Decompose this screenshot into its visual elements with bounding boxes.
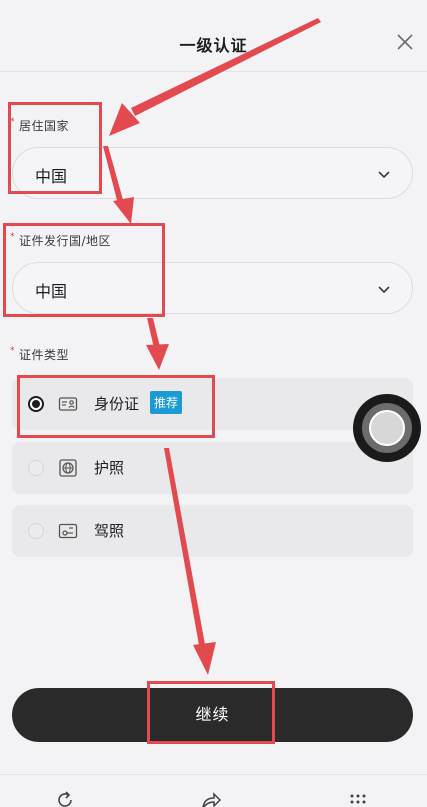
id-option-driver-license[interactable]: 驾照 [12, 505, 413, 557]
continue-button[interactable]: 继续 [12, 688, 413, 742]
share-icon[interactable] [200, 791, 222, 807]
page-title: 一级认证 [179, 36, 248, 55]
id-type-label: * 证件类型 [10, 346, 69, 363]
residence-country-select[interactable]: 中国 [12, 147, 413, 199]
driver-license-icon [58, 523, 78, 539]
more-icon[interactable] [347, 791, 369, 807]
chevron-down-icon [378, 171, 390, 179]
radio-unselected[interactable] [28, 460, 44, 476]
refresh-icon[interactable] [55, 791, 77, 807]
assistive-dot [369, 410, 405, 446]
required-mark: * [10, 117, 15, 127]
id-option-passport[interactable]: 护照 [12, 442, 413, 494]
radio-selected[interactable] [28, 396, 44, 412]
chevron-down-icon [378, 286, 390, 294]
id-option-label: 驾照 [94, 522, 125, 540]
radio-unselected[interactable] [28, 523, 44, 539]
required-mark: * [10, 232, 15, 242]
arrow-head-3 [146, 344, 169, 370]
residence-country-value: 中国 [35, 167, 68, 186]
arrow-head-4 [193, 642, 216, 675]
arrow-head-1 [109, 103, 140, 136]
bottom-nav-bar [0, 774, 427, 807]
issuing-country-value: 中国 [35, 282, 68, 301]
floating-assistive-button[interactable] [353, 394, 421, 462]
residence-label-text: 居住国家 [19, 119, 70, 133]
residence-label: * 居住国家 [10, 117, 69, 134]
id-option-label: 身份证 [94, 395, 140, 413]
passport-globe-icon [59, 459, 77, 477]
recommended-badge: 推荐 [150, 391, 183, 414]
close-icon[interactable] [395, 32, 415, 52]
issuing-label-text: 证件发行国/地区 [19, 234, 112, 248]
issuing-country-select[interactable]: 中国 [12, 262, 413, 314]
header-bar: 一级认证 [0, 0, 427, 72]
id-type-label-text: 证件类型 [19, 348, 70, 362]
id-option-label: 护照 [94, 459, 125, 477]
arrow-head-2 [113, 197, 134, 224]
id-card-icon [58, 397, 78, 411]
required-mark: * [10, 346, 15, 356]
issuing-label: * 证件发行国/地区 [10, 232, 111, 249]
